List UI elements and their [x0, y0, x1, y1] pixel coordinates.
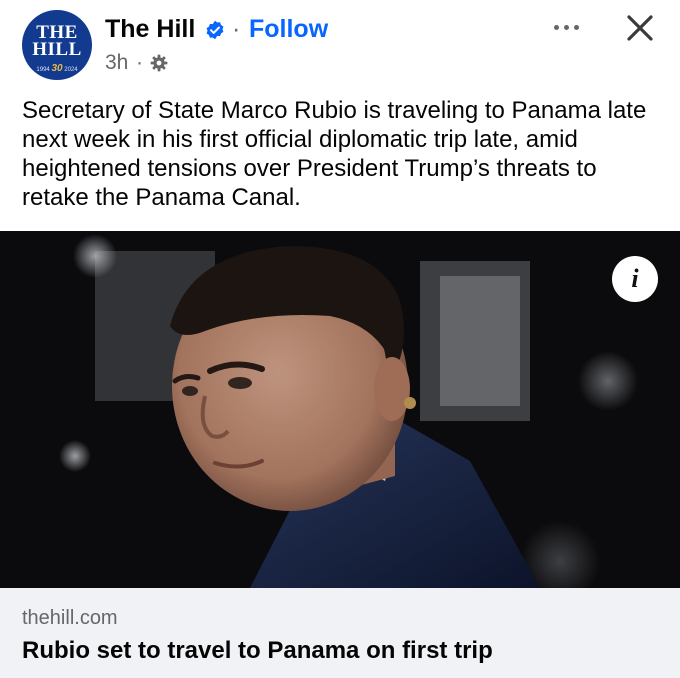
link-domain: thehill.com — [22, 607, 118, 629]
avatar-logo-anniversary: 30 — [51, 63, 63, 74]
info-icon[interactable]: i — [612, 256, 658, 302]
avatar-logo-years: 1994 30 2024 — [22, 63, 92, 74]
post-timestamp[interactable]: 3h — [105, 50, 128, 76]
avatar-logo-line2: HILL — [32, 39, 82, 60]
post-text: Secretary of State Marco Rubio is travel… — [22, 97, 647, 211]
post-header: THE HILL 1994 30 2024 The Hill · Follow … — [0, 0, 680, 92]
gear-icon[interactable] — [150, 54, 168, 72]
avatar-logo-year-end: 2024 — [64, 67, 78, 73]
link-preview-card[interactable]: thehill.com Rubio set to travel to Panam… — [0, 588, 680, 678]
page-name[interactable]: The Hill — [105, 14, 195, 44]
avatar[interactable]: THE HILL 1994 30 2024 — [22, 10, 92, 80]
meta-separator: · — [136, 51, 143, 74]
photo-illustration — [0, 231, 680, 588]
follow-button[interactable]: Follow — [249, 14, 328, 44]
header-separator: · — [232, 15, 241, 43]
link-headline[interactable]: Rubio set to travel to Panama on first t… — [22, 636, 493, 666]
more-options-icon[interactable] — [548, 12, 584, 42]
verified-badge-icon — [206, 20, 224, 40]
post-photo[interactable] — [0, 231, 680, 588]
close-icon[interactable] — [622, 10, 658, 46]
avatar-logo-year-start: 1994 — [36, 67, 50, 73]
